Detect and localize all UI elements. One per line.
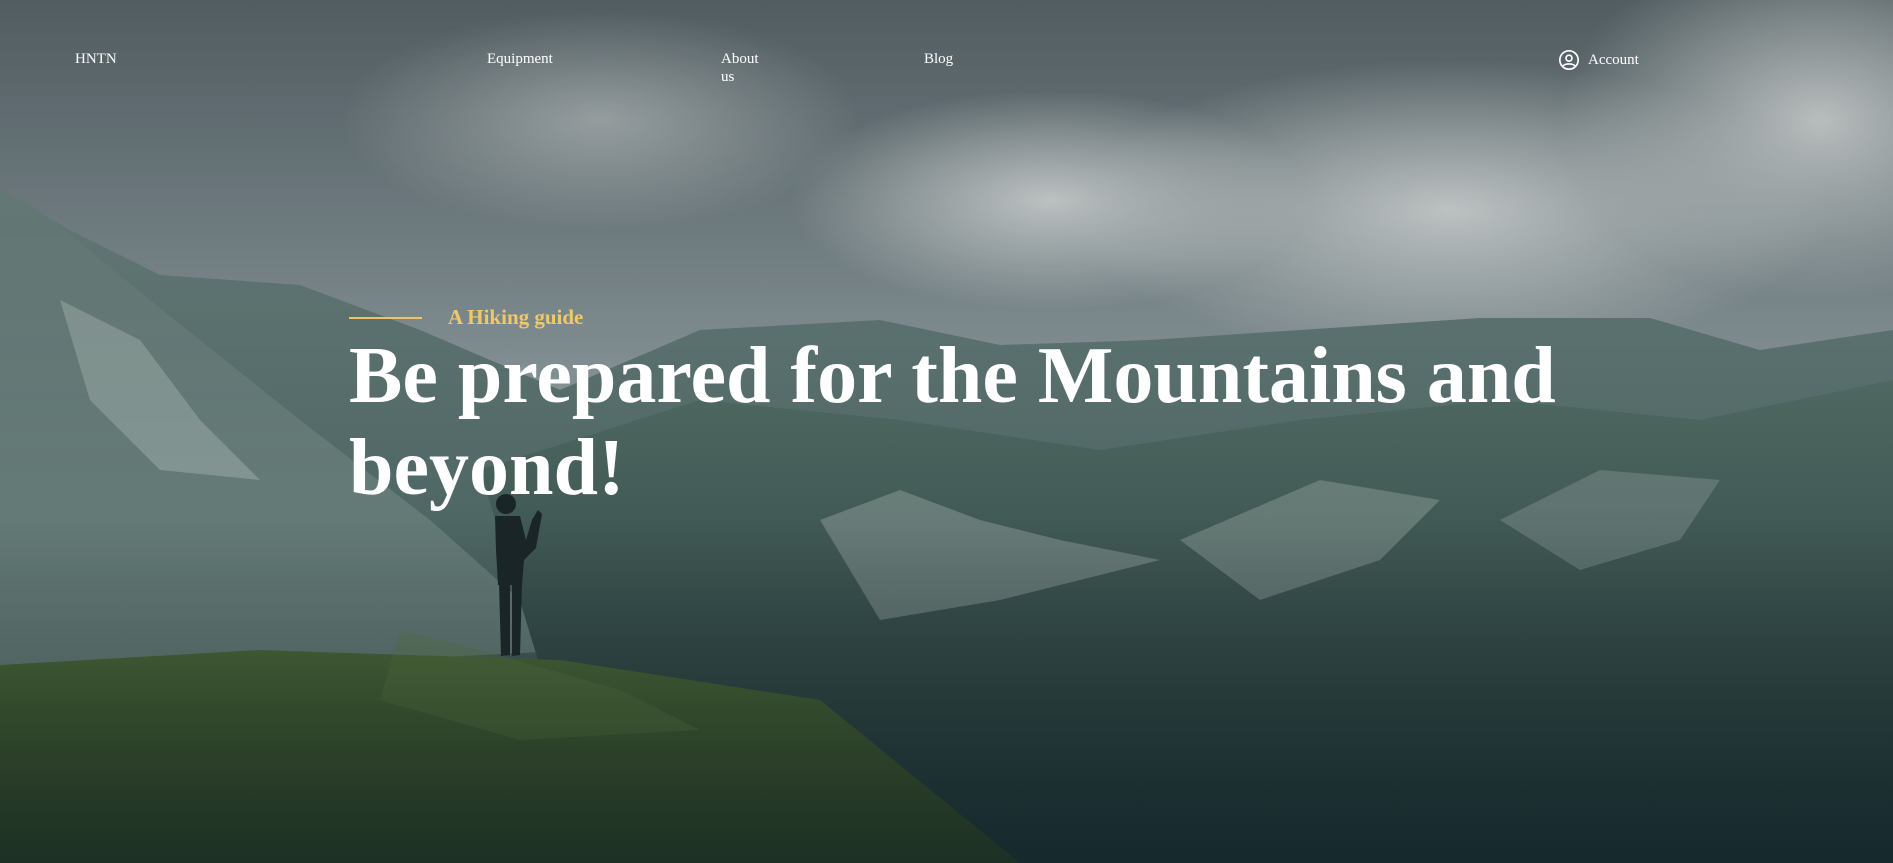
eyebrow-divider <box>349 316 422 319</box>
eyebrow-text: A Hiking guide <box>448 305 584 329</box>
nav-blog-link[interactable]: Blog <box>924 50 953 68</box>
hero-eyebrow: A Hiking guide <box>349 305 583 330</box>
logo-link[interactable]: HNTN <box>75 50 117 68</box>
hero-headline: Be prepared for the Mountains and beyond… <box>349 332 1556 512</box>
account-link[interactable]: Account <box>1558 49 1639 71</box>
hero-section: HNTN Equipment About us Blog Account A H… <box>0 0 1893 863</box>
account-label: Account <box>1588 51 1639 68</box>
user-circle-icon <box>1559 50 1579 70</box>
nav-about-link[interactable]: About us <box>721 50 769 86</box>
nav-equipment-link[interactable]: Equipment <box>487 50 553 68</box>
